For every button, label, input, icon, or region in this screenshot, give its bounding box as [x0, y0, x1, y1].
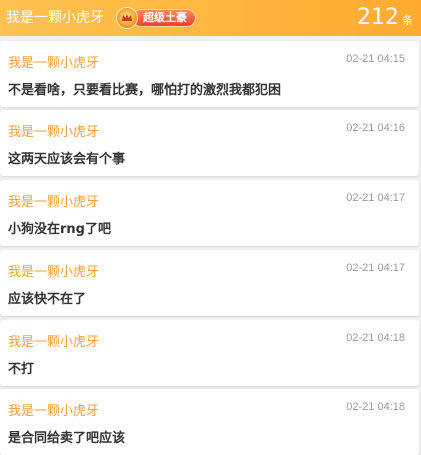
header-bar: 我是一颗小虎牙 超级土豪 212 条 [0, 0, 421, 36]
message-username[interactable]: 我是一颗小虎牙 [8, 400, 99, 419]
message-item: 我是一颗小虎牙 02-21 04:18 不打 [0, 320, 419, 386]
message-text: 应该快不在了 [8, 292, 87, 307]
message-username[interactable]: 我是一颗小虎牙 [8, 191, 99, 210]
message-item: 我是一颗小虎牙 02-21 04:16 这两天应该会有个事 [0, 110, 419, 176]
message-item: 我是一颗小虎牙 02-21 04:17 小狗没在rng了吧 [0, 180, 419, 246]
message-item: 我是一颗小虎牙 02-21 04:18 是合同给卖了吧应该 [0, 389, 419, 455]
message-item: 我是一颗小虎牙 02-21 04:15 不是看啥，只要看比赛，哪怕打的激烈我都犯… [0, 41, 419, 107]
message-username[interactable]: 我是一颗小虎牙 [8, 261, 99, 280]
message-text: 不打 [8, 362, 35, 377]
message-text: 这两天应该会有个事 [8, 152, 126, 167]
message-count: 212 条 [357, 0, 413, 36]
rank-badge-label: 超级土豪 [132, 9, 196, 27]
message-text: 不是看啥，只要看比赛，哪怕打的激烈我都犯困 [8, 83, 282, 98]
message-time: 02-21 04:18 [346, 401, 405, 413]
message-time: 02-21 04:17 [346, 262, 405, 274]
message-count-number: 212 [357, 5, 399, 30]
rank-badge: 超级土豪 [116, 7, 196, 29]
message-time: 02-21 04:18 [346, 332, 405, 344]
message-count-unit: 条 [402, 14, 413, 27]
message-text: 是合同给卖了吧应该 [8, 431, 126, 446]
header-username[interactable]: 我是一颗小虎牙 [6, 0, 104, 36]
message-username[interactable]: 我是一颗小虎牙 [8, 331, 99, 350]
message-time: 02-21 04:16 [346, 122, 405, 134]
message-username[interactable]: 我是一颗小虎牙 [8, 121, 99, 140]
crown-medal-icon [116, 7, 138, 29]
message-time: 02-21 04:15 [346, 53, 405, 65]
message-text: 小狗没在rng了吧 [8, 222, 111, 237]
message-username[interactable]: 我是一颗小虎牙 [8, 52, 99, 71]
message-item: 我是一颗小虎牙 02-21 04:17 应该快不在了 [0, 250, 419, 316]
message-time: 02-21 04:17 [346, 192, 405, 204]
